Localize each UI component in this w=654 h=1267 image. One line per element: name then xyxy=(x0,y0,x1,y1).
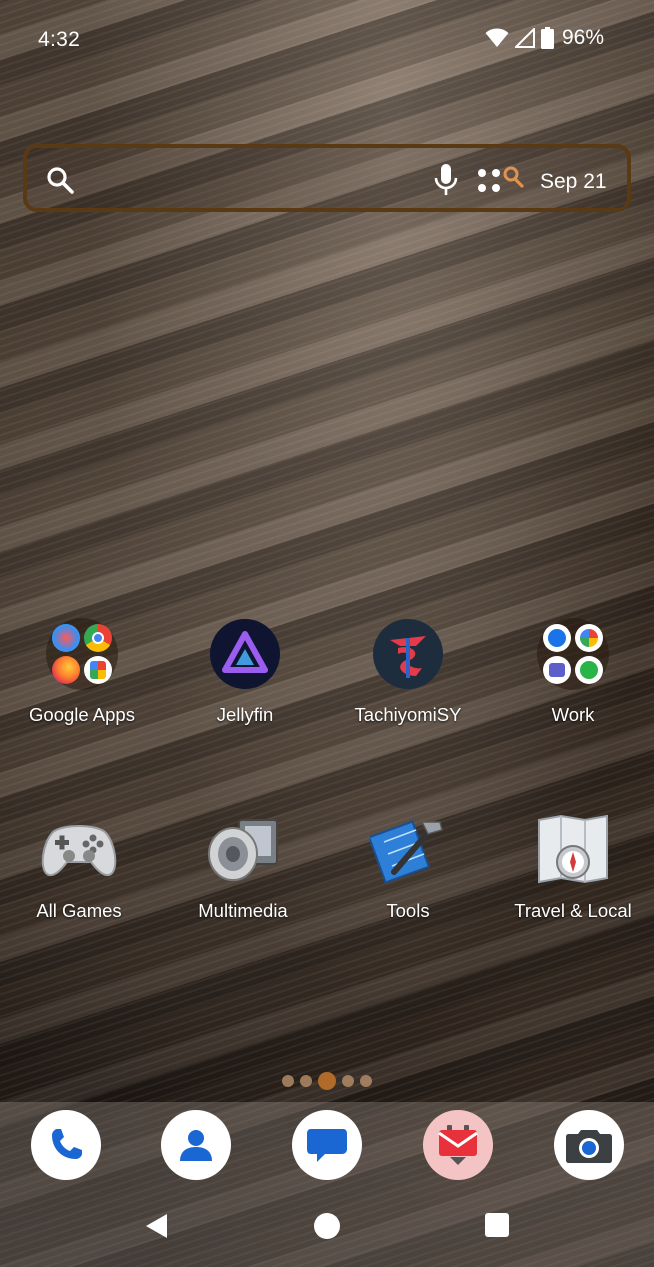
phone-app[interactable] xyxy=(31,1110,101,1180)
maps-icon xyxy=(52,624,80,652)
messages-app[interactable] xyxy=(292,1110,362,1180)
folder-google-apps[interactable]: Google Apps xyxy=(2,618,162,726)
mail-app[interactable] xyxy=(423,1110,493,1180)
page-dot-current[interactable] xyxy=(318,1072,336,1090)
photos-icon xyxy=(84,656,112,684)
home-icon[interactable] xyxy=(313,1212,341,1240)
contacts-icon xyxy=(180,1130,212,1161)
jellyfin-icon xyxy=(209,618,281,690)
folder-icon xyxy=(537,618,609,690)
chat-icon xyxy=(575,656,603,684)
battery-percent: 96% xyxy=(561,26,604,49)
speaker-icon xyxy=(207,814,279,886)
search-icon[interactable] xyxy=(45,165,75,195)
camera-app[interactable] xyxy=(554,1110,624,1180)
status-bar: 4:32 96% xyxy=(0,0,654,80)
folder-tools[interactable]: Tools xyxy=(328,814,488,922)
navigation-bar xyxy=(0,1196,654,1267)
back-icon[interactable] xyxy=(143,1212,171,1240)
status-icons: 96% xyxy=(485,26,604,50)
phone-icon xyxy=(52,1129,82,1159)
teams-icon xyxy=(543,656,571,684)
lens-icon[interactable] xyxy=(477,164,527,196)
app-jellyfin[interactable]: Jellyfin xyxy=(165,618,325,726)
search-date: Sep 21 xyxy=(540,170,607,193)
pinwheel-icon xyxy=(575,624,603,652)
app-label: Google Apps xyxy=(29,704,135,725)
mic-icon[interactable] xyxy=(433,162,459,198)
cell-signal-icon xyxy=(514,28,535,48)
vpn-icon xyxy=(543,624,571,652)
folder-icon xyxy=(46,618,118,690)
folder-travel-local[interactable]: Travel & Local xyxy=(493,814,653,922)
folder-work[interactable]: Work xyxy=(493,618,653,726)
app-tachiyomisy[interactable]: TachiyomiSY xyxy=(328,618,488,726)
map-compass-icon xyxy=(537,814,609,886)
page-dot[interactable] xyxy=(360,1075,372,1087)
app-label: TachiyomiSY xyxy=(354,704,462,725)
page-dot[interactable] xyxy=(282,1075,294,1087)
messages-icon xyxy=(307,1129,347,1162)
app-label: All Games xyxy=(36,900,122,921)
app-label: Work xyxy=(551,704,595,725)
page-dot[interactable] xyxy=(342,1075,354,1087)
camera-icon xyxy=(566,1130,612,1163)
mail-icon xyxy=(438,1125,478,1165)
chrome-icon xyxy=(84,624,112,652)
recents-icon[interactable] xyxy=(484,1212,510,1238)
firefox-icon xyxy=(52,656,80,684)
tachiyomisy-icon xyxy=(372,618,444,690)
app-label: Tools xyxy=(386,900,430,921)
clock: 4:32 xyxy=(38,28,81,51)
gamepad-icon xyxy=(41,814,117,886)
app-label: Travel & Local xyxy=(514,900,632,921)
page-dot[interactable] xyxy=(300,1075,312,1087)
folder-multimedia[interactable]: Multimedia xyxy=(163,814,323,922)
tools-icon xyxy=(367,814,444,886)
contacts-app[interactable] xyxy=(161,1110,231,1180)
page-indicator[interactable] xyxy=(282,1072,372,1090)
app-label: Multimedia xyxy=(198,900,288,921)
battery-icon xyxy=(540,27,554,49)
search-widget[interactable]: Sep 21 xyxy=(23,144,631,212)
folder-all-games[interactable]: All Games xyxy=(0,814,159,922)
app-label: Jellyfin xyxy=(216,704,274,725)
wifi-icon xyxy=(485,28,509,47)
